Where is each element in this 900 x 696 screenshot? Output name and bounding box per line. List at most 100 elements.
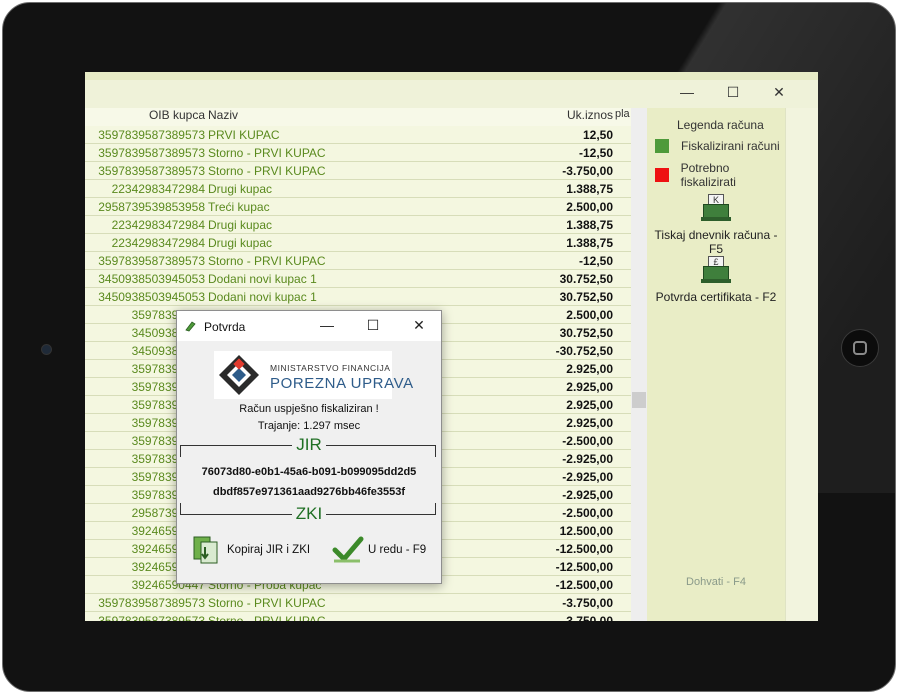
table-row[interactable]: 3597839587389573 Storno - PRVI KUPAC -12,5… — [85, 252, 631, 270]
table-header: OIB kupca Naziv Uk.iznos pla — [85, 108, 631, 126]
right-edge-strip — [785, 108, 818, 621]
legend-label: Fiskalizirani računi — [681, 139, 780, 153]
zki-code: dbdf857e971361aad9276bb46fe3553f — [212, 486, 405, 498]
minimize-button[interactable]: — — [676, 84, 698, 104]
cell-oib: 22342983472984 — [111, 217, 205, 232]
cell-naziv: Storno - PRVI KUPAC — [208, 595, 326, 610]
dialog-title: Potvrda — [204, 320, 246, 334]
certificate-confirm-label: Potvrda certifikata - F2 — [655, 290, 777, 304]
cell-iznos: -2.925,00 — [562, 487, 613, 502]
cell-oib: 3450938503945053 — [98, 271, 205, 286]
cell-iznos: 1.388,75 — [566, 181, 613, 196]
logo-agency-text: POREZNA UPRAVA — [270, 375, 414, 392]
cell-iznos: -2.500,00 — [562, 433, 613, 448]
cell-iznos: 2.500,00 — [566, 199, 613, 214]
pen-icon — [185, 321, 196, 332]
success-message: Račun uspješno fiskaliziran ! — [239, 403, 379, 415]
home-button[interactable] — [841, 329, 879, 367]
cell-naziv: Storno - PRVI KUPAC — [208, 145, 326, 160]
cell-naziv: Storno - PRVI KUPAC — [208, 253, 326, 268]
cell-naziv: Storno - PRVI KUPAC — [208, 613, 326, 622]
scrollbar-thumb[interactable] — [632, 392, 646, 408]
cell-naziv: Treći kupac — [208, 199, 270, 214]
table-scrollbar[interactable] — [631, 108, 647, 621]
duration-text: Trajanje: 1.297 msec — [257, 420, 361, 432]
cell-oib: 3597839587389573 — [98, 613, 205, 622]
dialog-titlebar: Potvrda — ☐ ✕ — [177, 311, 441, 341]
cell-iznos: 2.500,00 — [566, 307, 613, 322]
table-row[interactable]: 3597839587389573 Storno - PRVI KUPAC -12,5… — [85, 144, 631, 162]
table-row[interactable]: 3597839587389573 Storno - PRVI KUPAC -3.75… — [85, 612, 631, 622]
cell-iznos: -12.500,00 — [555, 559, 613, 574]
cell-naziv: Drugi kupac — [208, 235, 273, 250]
table-row[interactable]: 3597839587389573 Storno - PRVI KUPAC -3.75… — [85, 162, 631, 180]
cell-naziv: Drugi kupac — [208, 181, 273, 196]
cell-iznos: 12,50 — [582, 127, 613, 142]
cell-iznos: -12.500,00 — [555, 577, 613, 592]
dialog-minimize-button[interactable]: — — [317, 317, 337, 333]
table-row[interactable]: 3450938503945053 Dodani novi kupac 1 30.75… — [85, 270, 631, 288]
cell-oib: 3597839587389573 — [98, 127, 205, 142]
cell-iznos: 2.925,00 — [566, 415, 613, 430]
fetch-button[interactable]: Dohvati - F4 — [647, 576, 785, 588]
app-toolbar-strip — [85, 72, 818, 80]
cell-iznos: -12,50 — [578, 145, 613, 160]
zki-label: ZKI — [177, 504, 441, 524]
copy-document-icon — [193, 536, 218, 564]
copy-jir-zki-button[interactable]: Kopiraj JIR i ZKI — [191, 535, 310, 565]
cell-naziv: Storno - PRVI KUPAC — [208, 163, 326, 178]
cell-iznos: 30.752,50 — [559, 271, 613, 286]
cell-iznos: 2.925,00 — [566, 397, 613, 412]
header-naziv[interactable]: Naziv — [205, 108, 467, 126]
cell-iznos: -30.752,50 — [555, 343, 613, 358]
window-controls: — ☐ ✕ — [676, 84, 790, 104]
print-journal-button[interactable]: K Tiskaj dnevnik računa - F5 — [647, 194, 785, 256]
table-row[interactable]: 3597839587389573 Storno - PRVI KUPAC -3.75… — [85, 594, 631, 612]
table-row[interactable]: 3597839587389573 PRVI KUPAC 12,50 — [85, 126, 631, 144]
porezna-uprava-logo: MINISTARSTVO FINANCIJA POREZNA UPRAVA — [214, 351, 413, 399]
logo-ministry-text: MINISTARSTVO FINANCIJA — [270, 363, 391, 373]
table-row[interactable]: 2958739539853958 Treći kupac 2.500,00 — [85, 198, 631, 216]
cell-iznos: -3.750,00 — [562, 163, 613, 178]
cell-oib: 22342983472984 — [111, 181, 205, 196]
legend-swatch-red — [655, 168, 669, 182]
table-row[interactable]: 22342983472984 Drugi kupac 1.388,75 — [85, 216, 631, 234]
close-button[interactable]: ✕ — [768, 84, 790, 104]
dialog-maximize-button[interactable]: ☐ — [363, 317, 383, 334]
copy-button-label: Kopiraj JIR i ZKI — [227, 544, 311, 556]
ok-button-label: U redu - F9 — [368, 544, 427, 556]
table-row[interactable]: 22342983472984 Drugi kupac 1.388,75 — [85, 234, 631, 252]
cell-iznos: 1.388,75 — [566, 235, 613, 250]
cell-naziv: Dodani novi kupac 1 — [208, 271, 317, 286]
cell-iznos: 2.925,00 — [566, 379, 613, 394]
certificate-confirm-button[interactable]: £ Potvrda certifikata - F2 — [647, 256, 785, 304]
confirmation-dialog: Potvrda — ☐ ✕ MINISTARSTVO FINANCIJA POR… — [176, 310, 442, 584]
cell-naziv: Drugi kupac — [208, 217, 273, 232]
cell-iznos: -3.750,00 — [562, 613, 613, 622]
cell-oib: 3597839587389573 — [98, 145, 205, 160]
dialog-close-button[interactable]: ✕ — [409, 317, 429, 334]
print-journal-label: Tiskaj dnevnik računa - F5 — [654, 228, 778, 256]
ministry-logo-icon — [219, 355, 259, 395]
header-oib[interactable]: OIB kupca — [85, 108, 205, 126]
maximize-button[interactable]: ☐ — [722, 84, 744, 104]
cell-oib: 22342983472984 — [111, 235, 205, 250]
jir-code: 76073d80-e0b1-45a6-b091-b099095dd2d5 — [201, 466, 417, 478]
camera-icon — [41, 344, 52, 355]
checkmark-icon — [332, 536, 364, 563]
jir-label: JIR — [177, 435, 441, 455]
table-row[interactable]: 22342983472984 Drugi kupac 1.388,75 — [85, 180, 631, 198]
printer-icon: K — [701, 194, 731, 222]
legend-swatch-green — [655, 139, 669, 153]
header-iznos[interactable]: Uk.iznos — [467, 108, 615, 126]
cell-iznos: 30.752,50 — [559, 325, 613, 340]
legend-item-pending: Potrebno fiskalizirati — [655, 161, 785, 189]
header-extra[interactable]: pla — [615, 108, 631, 126]
cell-oib: 3597839587389573 — [98, 595, 205, 610]
cell-iznos: -2.925,00 — [562, 469, 613, 484]
cell-iznos: 2.925,00 — [566, 361, 613, 376]
home-icon — [853, 341, 867, 355]
cell-naziv: Dodani novi kupac 1 — [208, 289, 317, 304]
table-row[interactable]: 3450938503945053 Dodani novi kupac 1 30.75… — [85, 288, 631, 306]
ok-button[interactable]: U redu - F9 — [332, 535, 426, 565]
